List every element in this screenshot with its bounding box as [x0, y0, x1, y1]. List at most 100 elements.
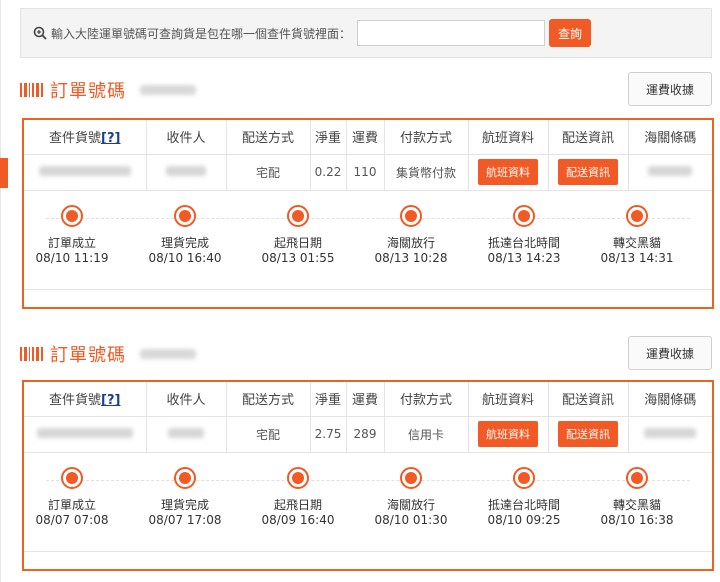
- col-delivery-method: 配送方式: [226, 382, 311, 417]
- step-time: 08/10 11:19: [35, 250, 109, 265]
- timeline-step: 訂單成立 08/07 07:08: [15, 466, 129, 528]
- timeline-step: 理貨完成 08/07 17:08: [128, 466, 242, 528]
- side-tab[interactable]: [0, 158, 8, 188]
- shipping-receipt-button[interactable]: 運費收據: [628, 72, 712, 106]
- table-header-row: 查件貨號[?] 收件人 配送方式 淨重 運費 付款方式 航班資料 配送資訊 海關…: [24, 120, 712, 155]
- customs-barcode-cell: [628, 416, 712, 453]
- tracking-number-input[interactable]: [357, 20, 546, 46]
- order-number-title: 訂單號碼: [50, 345, 126, 366]
- order-card: 查件貨號[?] 收件人 配送方式 淨重 運費 付款方式 航班資料 配送資訊 海關…: [22, 380, 714, 571]
- status-dot-icon: [513, 466, 535, 489]
- status-dot-icon: [174, 204, 196, 227]
- order-header: 訂單號碼 運費收據: [20, 72, 712, 108]
- step-label: 轉交黑貓: [612, 235, 661, 250]
- order-card: 查件貨號[?] 收件人 配送方式 淨重 運費 付款方式 航班資料 配送資訊 海關…: [22, 118, 714, 309]
- tracking-no-cell: [24, 416, 147, 453]
- step-time: 08/07 17:08: [148, 512, 222, 527]
- status-dot-icon: [513, 204, 535, 227]
- delivery-info-cell: 配送資訊: [548, 416, 629, 453]
- status-dot-icon: [287, 466, 309, 489]
- step-time: 08/09 16:40: [261, 512, 335, 527]
- delivery-info-button[interactable]: 配送資訊: [558, 421, 618, 447]
- order-number-redacted: [140, 85, 196, 95]
- col-customs-barcode: 海關條碼: [628, 120, 712, 155]
- page-left-edge: [0, 0, 1, 582]
- step-label: 起飛日期: [273, 497, 322, 512]
- table-row: 宅配 0.22 110 集貨幣付款 航班資料 配送資訊: [24, 154, 712, 191]
- delivery-info-button[interactable]: 配送資訊: [558, 159, 618, 185]
- flight-info-button[interactable]: 航班資料: [478, 159, 538, 185]
- customs-barcode-cell: [628, 154, 712, 191]
- status-timeline: 訂單成立 08/10 11:19 理貨完成 08/10 16:40 起飛日期 08/1…: [24, 191, 712, 289]
- barcode-icon: [20, 83, 43, 97]
- step-time: 08/13 14:23: [487, 250, 561, 265]
- net-weight-cell: 0.22: [310, 154, 347, 191]
- timeline-step: 起飛日期 08/09 16:40: [241, 466, 355, 528]
- col-net-weight: 淨重: [310, 120, 347, 155]
- step-label: 抵達台北時間: [487, 235, 560, 250]
- timeline-step: 海關放行 08/13 10:28: [354, 204, 468, 266]
- order-header: 訂單號碼 運費收據: [20, 336, 712, 372]
- col-recipient: 收件人: [146, 382, 227, 417]
- recipient-cell: [146, 416, 227, 453]
- timeline-step: 海關放行 08/10 01:30: [354, 466, 468, 528]
- col-delivery-method: 配送方式: [226, 120, 311, 155]
- order-table: 查件貨號[?] 收件人 配送方式 淨重 運費 付款方式 航班資料 配送資訊 海關…: [24, 120, 712, 191]
- step-time: 08/10 09:25: [487, 512, 561, 527]
- step-time: 08/13 10:28: [374, 250, 448, 265]
- timeline-step: 起飛日期 08/13 01:55: [241, 204, 355, 266]
- flight-info-button[interactable]: 航班資料: [478, 421, 538, 447]
- net-weight-cell: 2.75: [310, 416, 347, 453]
- step-label: 海關放行: [386, 497, 435, 512]
- step-label: 理貨完成: [160, 497, 209, 512]
- barcode-icon: [20, 347, 43, 361]
- timeline-step: 轉交黑貓 08/10 16:38: [580, 466, 694, 528]
- step-label: 起飛日期: [273, 235, 322, 250]
- order-card-footer: [24, 550, 712, 569]
- step-time: 08/13 14:31: [600, 250, 674, 265]
- payment-method-cell: 集貨幣付款: [384, 154, 469, 191]
- help-link[interactable]: [?]: [101, 393, 120, 408]
- timeline-step: 理貨完成 08/10 16:40: [128, 204, 242, 266]
- step-label: 理貨完成: [160, 235, 209, 250]
- col-flight-info: 航班資料: [468, 382, 549, 417]
- order-table: 查件貨號[?] 收件人 配送方式 淨重 運費 付款方式 航班資料 配送資訊 海關…: [24, 382, 712, 453]
- col-customs-barcode: 海關條碼: [628, 382, 712, 417]
- recipient-cell: [146, 154, 227, 191]
- status-dot-icon: [400, 204, 422, 227]
- step-time: 08/07 07:08: [35, 512, 109, 527]
- col-delivery-info: 配送資訊: [548, 120, 629, 155]
- flight-info-cell: 航班資料: [468, 416, 549, 453]
- status-dot-icon: [626, 466, 648, 489]
- payment-method-cell: 信用卡: [384, 416, 469, 453]
- status-timeline: 訂單成立 08/07 07:08 理貨完成 08/07 17:08 起飛日期 08/0…: [24, 453, 712, 551]
- tracking-no-cell: [24, 154, 147, 191]
- help-link[interactable]: [?]: [101, 131, 120, 146]
- step-label: 轉交黑貓: [612, 497, 661, 512]
- delivery-method-cell: 宅配: [226, 154, 311, 191]
- step-label: 海關放行: [386, 235, 435, 250]
- col-tracking-no: 查件貨號[?]: [24, 120, 147, 155]
- shipping-fee-cell: 110: [346, 154, 385, 191]
- status-dot-icon: [287, 204, 309, 227]
- timeline-step: 抵達台北時間 08/10 09:25: [467, 466, 581, 528]
- col-tracking-no: 查件貨號[?]: [24, 382, 147, 417]
- step-time: 08/10 16:38: [600, 512, 674, 527]
- tracking-search-bar: 輸入大陸運單號碼可查詢貨是包在哪一個查件貨號裡面： 查詢: [20, 8, 712, 58]
- step-time: 08/13 01:55: [261, 250, 335, 265]
- delivery-method-cell: 宅配: [226, 416, 311, 453]
- col-net-weight: 淨重: [310, 382, 347, 417]
- step-time: 08/10 16:40: [148, 250, 222, 265]
- table-row: 宅配 2.75 289 信用卡 航班資料 配送資訊: [24, 416, 712, 453]
- order-number-title: 訂單號碼: [50, 81, 126, 102]
- col-delivery-info: 配送資訊: [548, 382, 629, 417]
- step-time: 08/10 01:30: [374, 512, 448, 527]
- step-label: 訂單成立: [47, 235, 96, 250]
- query-button[interactable]: 查詢: [549, 19, 592, 47]
- shipping-receipt-button[interactable]: 運費收據: [628, 336, 712, 370]
- col-shipping-fee: 運費: [346, 382, 385, 417]
- timeline-step: 抵達台北時間 08/13 14:23: [467, 204, 581, 266]
- delivery-info-cell: 配送資訊: [548, 154, 629, 191]
- search-icon: [33, 26, 47, 40]
- step-label: 訂單成立: [47, 497, 96, 512]
